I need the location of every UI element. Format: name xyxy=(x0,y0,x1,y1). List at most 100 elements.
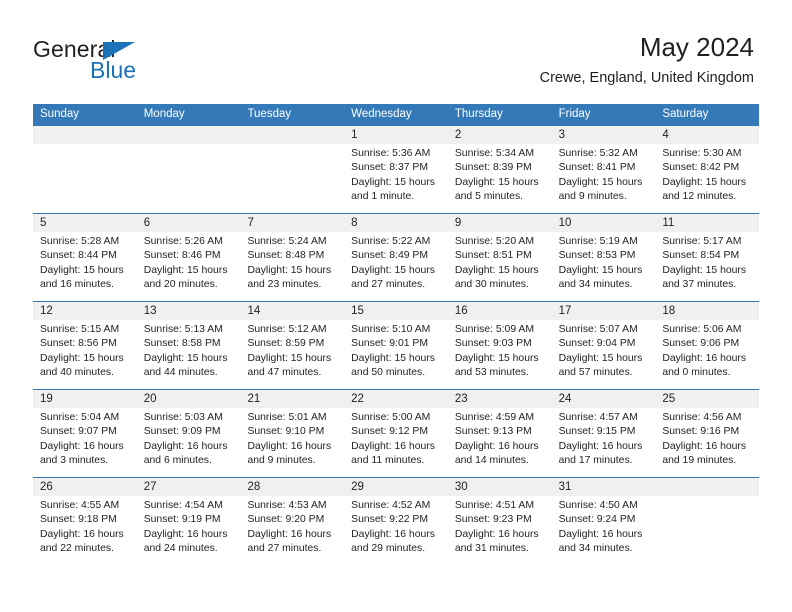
daylight-text-line2: and 44 minutes. xyxy=(143,367,218,379)
day-cell[interactable]: 8 Sunrise: 5:22 AM Sunset: 8:49 PM Dayli… xyxy=(344,214,448,301)
day-number: 12 xyxy=(33,302,137,320)
day-cell[interactable]: 20 Sunrise: 5:03 AM Sunset: 9:09 PM Dayl… xyxy=(136,390,241,477)
day-number: 25 xyxy=(655,390,760,408)
sunrise-text: Sunrise: 4:55 AM xyxy=(40,500,120,511)
daylight-text-line2: and 29 minutes. xyxy=(351,543,426,555)
day-cell[interactable]: 26 Sunrise: 4:55 AM Sunset: 9:18 PM Dayl… xyxy=(33,478,137,565)
day-number xyxy=(655,478,760,496)
week-row: 1 Sunrise: 5:36 AM Sunset: 8:37 PM Dayli… xyxy=(33,125,760,213)
sunrise-text: Sunrise: 5:00 AM xyxy=(351,412,431,423)
day-info: Sunrise: 4:57 AM Sunset: 9:15 PM Dayligh… xyxy=(552,408,656,469)
day-cell[interactable]: 22 Sunrise: 5:00 AM Sunset: 9:12 PM Dayl… xyxy=(344,390,448,477)
day-cell[interactable]: 17 Sunrise: 5:07 AM Sunset: 9:04 PM Dayl… xyxy=(551,302,656,389)
sunrise-text: Sunrise: 5:03 AM xyxy=(143,412,223,423)
day-cell[interactable]: 18 Sunrise: 5:06 AM Sunset: 9:06 PM Dayl… xyxy=(655,302,760,389)
day-cell[interactable]: 4 Sunrise: 5:30 AM Sunset: 8:42 PM Dayli… xyxy=(655,126,760,213)
daylight-text-line2: and 50 minutes. xyxy=(351,367,426,379)
day-cell[interactable]: 31 Sunrise: 4:50 AM Sunset: 9:24 PM Dayl… xyxy=(551,478,656,565)
day-cell[interactable]: 28 Sunrise: 4:53 AM Sunset: 9:20 PM Dayl… xyxy=(240,478,345,565)
daylight-text-line2: and 31 minutes. xyxy=(454,543,529,555)
day-cell[interactable]: 9 Sunrise: 5:20 AM Sunset: 8:51 PM Dayli… xyxy=(447,214,552,301)
day-cell[interactable]: 6 Sunrise: 5:26 AM Sunset: 8:46 PM Dayli… xyxy=(136,214,241,301)
day-number: 7 xyxy=(240,214,345,232)
daylight-text-line1: Daylight: 16 hours xyxy=(40,528,124,540)
day-info xyxy=(33,144,137,147)
week-row: 12 Sunrise: 5:15 AM Sunset: 8:56 PM Dayl… xyxy=(33,301,760,389)
day-info: Sunrise: 5:28 AM Sunset: 8:44 PM Dayligh… xyxy=(33,232,137,293)
sunrise-text: Sunrise: 5:19 AM xyxy=(558,236,638,247)
day-cell[interactable]: 5 Sunrise: 5:28 AM Sunset: 8:44 PM Dayli… xyxy=(33,214,137,301)
day-cell[interactable]: 13 Sunrise: 5:13 AM Sunset: 8:58 PM Dayl… xyxy=(136,302,241,389)
day-info: Sunrise: 5:22 AM Sunset: 8:49 PM Dayligh… xyxy=(344,232,448,293)
day-cell[interactable]: 19 Sunrise: 5:04 AM Sunset: 9:07 PM Dayl… xyxy=(33,390,137,477)
day-cell[interactable]: 15 Sunrise: 5:10 AM Sunset: 9:01 PM Dayl… xyxy=(344,302,448,389)
title-block: May 2024 Crewe, England, United Kingdom xyxy=(540,30,754,88)
sunset-text: Sunset: 8:59 PM xyxy=(247,338,325,350)
day-cell[interactable]: 1 Sunrise: 5:36 AM Sunset: 8:37 PM Dayli… xyxy=(344,126,448,213)
day-info: Sunrise: 5:03 AM Sunset: 9:09 PM Dayligh… xyxy=(137,408,241,469)
day-number xyxy=(240,126,345,144)
sunrise-text: Sunrise: 4:57 AM xyxy=(558,412,638,423)
day-number: 26 xyxy=(33,478,137,496)
day-cell[interactable]: 12 Sunrise: 5:15 AM Sunset: 8:56 PM Dayl… xyxy=(33,302,137,389)
day-cell[interactable]: 29 Sunrise: 4:52 AM Sunset: 9:22 PM Dayl… xyxy=(344,478,448,565)
day-cell[interactable]: 24 Sunrise: 4:57 AM Sunset: 9:15 PM Dayl… xyxy=(551,390,656,477)
day-cell[interactable]: 21 Sunrise: 5:01 AM Sunset: 9:10 PM Dayl… xyxy=(240,390,345,477)
weekday-header-sunday: Sunday xyxy=(40,108,80,120)
day-number: 14 xyxy=(240,302,345,320)
day-info: Sunrise: 5:04 AM Sunset: 9:07 PM Dayligh… xyxy=(33,408,137,469)
day-cell[interactable] xyxy=(655,478,760,565)
day-info: Sunrise: 5:34 AM Sunset: 8:39 PM Dayligh… xyxy=(448,144,552,205)
day-info: Sunrise: 4:52 AM Sunset: 9:22 PM Dayligh… xyxy=(344,496,448,557)
day-info xyxy=(655,496,759,499)
day-number: 30 xyxy=(447,478,552,496)
daylight-text-line2: and 1 minute. xyxy=(351,191,415,203)
day-cell[interactable]: 16 Sunrise: 5:09 AM Sunset: 9:03 PM Dayl… xyxy=(447,302,552,389)
day-info: Sunrise: 5:12 AM Sunset: 8:59 PM Dayligh… xyxy=(240,320,344,381)
daylight-text-line2: and 53 minutes. xyxy=(454,367,529,379)
daylight-text-line1: Daylight: 16 hours xyxy=(351,528,435,540)
day-cell[interactable]: 14 Sunrise: 5:12 AM Sunset: 8:59 PM Dayl… xyxy=(240,302,345,389)
daylight-text-line1: Daylight: 16 hours xyxy=(662,352,747,364)
day-number: 24 xyxy=(551,390,656,408)
daylight-text-line2: and 6 minutes. xyxy=(143,455,212,467)
day-cell[interactable] xyxy=(136,126,241,213)
day-number: 9 xyxy=(447,214,552,232)
day-cell[interactable]: 7 Sunrise: 5:24 AM Sunset: 8:48 PM Dayli… xyxy=(240,214,345,301)
day-cell[interactable]: 25 Sunrise: 4:56 AM Sunset: 9:16 PM Dayl… xyxy=(655,390,760,477)
day-number: 6 xyxy=(136,214,241,232)
day-cell[interactable]: 2 Sunrise: 5:34 AM Sunset: 8:39 PM Dayli… xyxy=(447,126,552,213)
general-blue-logo[interactable]: General Blue xyxy=(33,36,233,83)
day-cell[interactable]: 10 Sunrise: 5:19 AM Sunset: 8:53 PM Dayl… xyxy=(551,214,656,301)
day-number: 4 xyxy=(655,126,760,144)
day-cell[interactable]: 30 Sunrise: 4:51 AM Sunset: 9:23 PM Dayl… xyxy=(447,478,552,565)
daylight-text-line2: and 9 minutes. xyxy=(558,191,627,203)
day-number: 11 xyxy=(655,214,760,232)
daylight-text-line1: Daylight: 15 hours xyxy=(247,264,332,276)
daylight-text-line2: and 9 minutes. xyxy=(247,455,316,467)
day-cell[interactable]: 23 Sunrise: 4:59 AM Sunset: 9:13 PM Dayl… xyxy=(447,390,552,477)
daylight-text-line1: Daylight: 16 hours xyxy=(247,440,332,452)
calendar-page: General Blue May 2024 Crewe, England, Un… xyxy=(0,0,792,612)
day-cell[interactable] xyxy=(33,126,137,213)
sunrise-text: Sunrise: 5:28 AM xyxy=(40,236,120,247)
sunset-text: Sunset: 9:09 PM xyxy=(143,426,221,438)
day-cell[interactable] xyxy=(240,126,345,213)
sunset-text: Sunset: 9:03 PM xyxy=(454,338,532,350)
day-info: Sunrise: 5:17 AM Sunset: 8:54 PM Dayligh… xyxy=(655,232,759,293)
day-cell[interactable]: 11 Sunrise: 5:17 AM Sunset: 8:54 PM Dayl… xyxy=(655,214,760,301)
sunset-text: Sunset: 8:49 PM xyxy=(351,250,428,262)
daylight-text-line2: and 12 minutes. xyxy=(662,191,737,203)
day-cell[interactable]: 27 Sunrise: 4:54 AM Sunset: 9:19 PM Dayl… xyxy=(136,478,241,565)
day-number: 13 xyxy=(136,302,241,320)
day-info: Sunrise: 4:56 AM Sunset: 9:16 PM Dayligh… xyxy=(655,408,759,469)
sunrise-text: Sunrise: 4:53 AM xyxy=(247,500,327,511)
daylight-text-line2: and 19 minutes. xyxy=(662,455,737,467)
day-cell[interactable]: 3 Sunrise: 5:32 AM Sunset: 8:41 PM Dayli… xyxy=(551,126,656,213)
day-info: Sunrise: 5:15 AM Sunset: 8:56 PM Dayligh… xyxy=(33,320,137,381)
day-info: Sunrise: 5:30 AM Sunset: 8:42 PM Dayligh… xyxy=(655,144,759,205)
sunrise-text: Sunrise: 5:26 AM xyxy=(143,236,223,247)
page-title: May 2024 xyxy=(639,32,754,62)
day-number: 21 xyxy=(240,390,345,408)
sunset-text: Sunset: 8:37 PM xyxy=(351,162,428,174)
